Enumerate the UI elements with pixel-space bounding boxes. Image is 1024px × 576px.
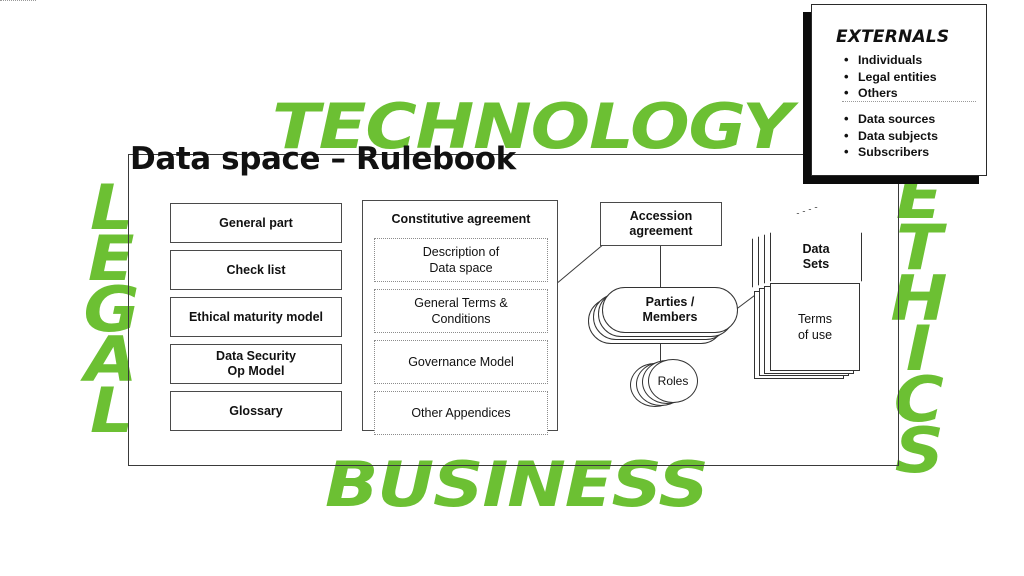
constitutive-item-governance-model[interactable]: Governance Model <box>374 340 548 384</box>
externals-group-b: Data sources Data subjects Subscribers <box>844 111 938 162</box>
accession-agreement-box[interactable]: Accession agreement <box>600 202 722 246</box>
roles-box[interactable]: Roles <box>648 359 698 403</box>
left-item-ethical-maturity-model[interactable]: Ethical maturity model <box>170 297 342 337</box>
externals-item-data-sources: Data sources <box>844 111 938 128</box>
connector-accession-to-parties <box>660 246 662 287</box>
terms-of-use-stack: Terms of use <box>754 283 864 385</box>
pillar-legal-letter: L <box>89 374 134 448</box>
connector-terms-to-parties-dotted <box>0 0 36 1</box>
pillar-ethics-letter: S <box>894 414 944 488</box>
terms-of-use-box[interactable]: Terms of use <box>770 283 860 371</box>
externals-item-data-subjects: Data subjects <box>844 128 938 145</box>
externals-card: EXTERNALS Individuals Legal entities Oth… <box>811 4 987 176</box>
externals-title: EXTERNALS <box>836 27 950 47</box>
left-item-glossary[interactable]: Glossary <box>170 391 342 431</box>
externals-item-legal-entities: Legal entities <box>844 69 937 86</box>
constitutive-agreement-title: Constitutive agreement <box>391 212 531 226</box>
externals-item-subscribers: Subscribers <box>844 144 938 161</box>
data-sets-label: Data Sets <box>802 242 830 271</box>
externals-group-a: Individuals Legal entities Others <box>844 52 937 103</box>
left-item-general-part[interactable]: General part <box>170 203 342 243</box>
parties-members-stack: Parties / Members <box>588 287 738 347</box>
constitutive-agreement-items: Description of Data space General Terms … <box>374 238 548 442</box>
externals-divider <box>842 101 976 102</box>
externals-item-others: Others <box>844 85 937 102</box>
constitutive-item-other-appendices[interactable]: Other Appendices <box>374 391 548 435</box>
constitutive-agreement-panel: Constitutive agreement Description of Da… <box>362 200 558 435</box>
diagram-canvas: TECHNOLOGY BUSINESS L E G A L E T H I C … <box>0 0 1024 576</box>
page-title: Data space – Rulebook <box>130 141 516 177</box>
pillar-ethics-label: E T H I C S <box>890 166 947 488</box>
constitutive-item-general-terms-and-conditions[interactable]: General Terms & Conditions <box>374 289 548 333</box>
parties-members-box[interactable]: Parties / Members <box>602 287 738 333</box>
roles-stack: Roles <box>630 359 702 407</box>
constitutive-item-description-of-data-space[interactable]: Description of Data space <box>374 238 548 282</box>
left-item-check-list[interactable]: Check list <box>170 250 342 290</box>
left-column: General part Check list Ethical maturity… <box>170 203 342 438</box>
left-item-data-security-op-model[interactable]: Data Security Op Model <box>170 344 342 384</box>
externals-item-individuals: Individuals <box>844 52 937 69</box>
